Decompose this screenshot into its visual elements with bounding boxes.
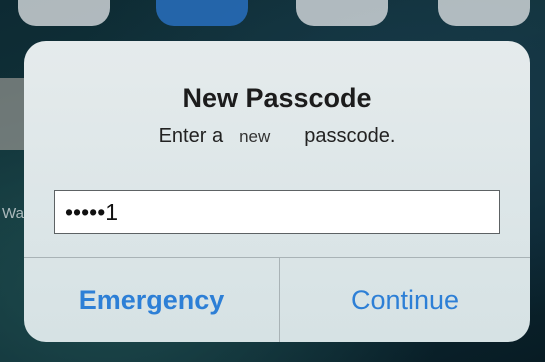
lock-screen-background: Wa New Passcode Enter a new passcode. ••••…	[0, 0, 545, 362]
background-label: Wa	[2, 205, 24, 222]
passcode-input[interactable]: •••••1	[54, 190, 500, 234]
background-app-icon	[438, 0, 530, 26]
alert-title: New Passcode	[182, 83, 372, 113]
emergency-button[interactable]: Emergency	[24, 258, 279, 342]
alert-message-start: Enter a	[158, 125, 224, 147]
alert-message-end: passcode.	[304, 125, 396, 147]
continue-button[interactable]: Continue	[280, 258, 530, 342]
background-app-icon	[18, 0, 110, 26]
new-passcode-alert: New Passcode Enter a new passcode. •••••1 …	[24, 41, 530, 342]
alert-message: Enter a new passcode.	[24, 125, 530, 148]
background-app-icon	[156, 0, 248, 26]
background-app-icon	[296, 0, 388, 26]
alert-message-word: new	[239, 127, 271, 146]
